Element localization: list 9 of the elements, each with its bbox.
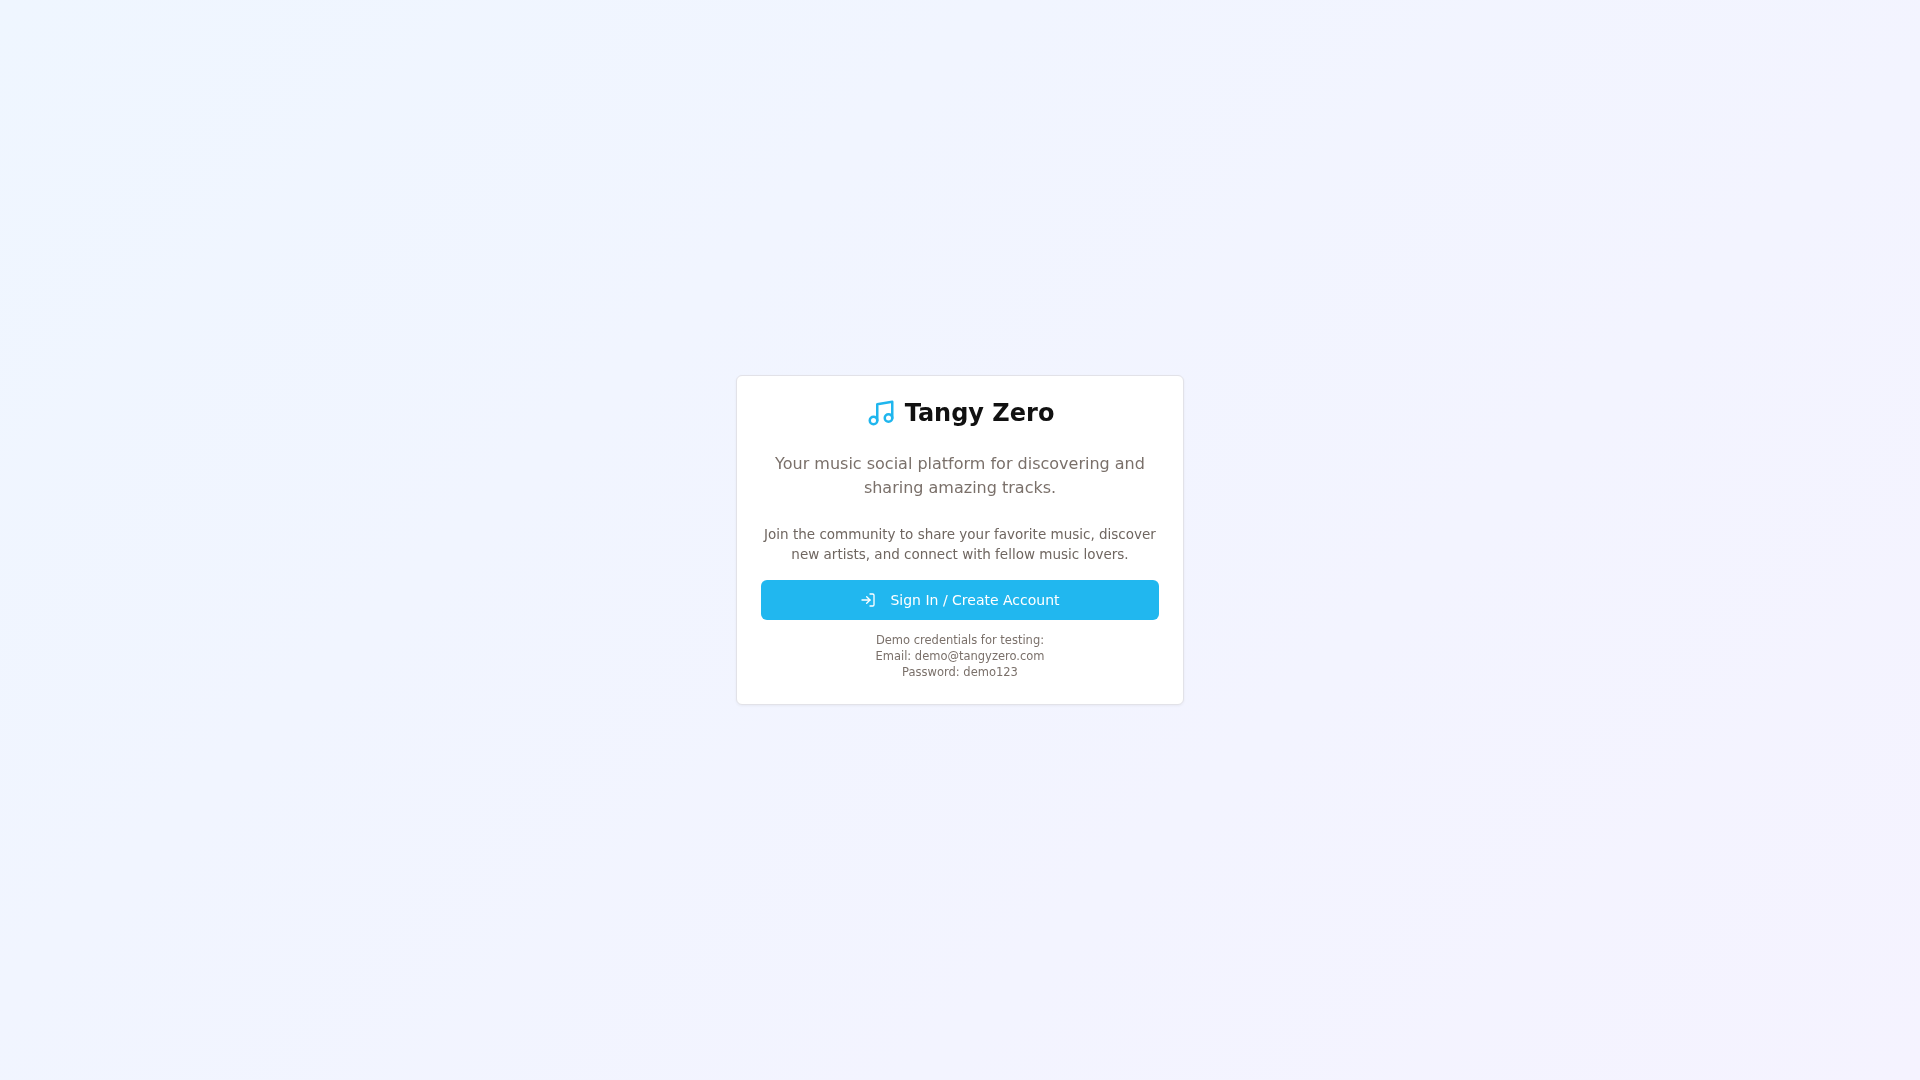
description: Join the community to share your favorite music, discover new artists, and connect with fellow music lovers. <box>762 525 1157 564</box>
sign-in-button[interactable]: Sign In / Create Account <box>761 580 1159 620</box>
sign-in-icon <box>860 592 877 608</box>
tagline: Your music social platform for discovering and sharing amazing tracks. <box>774 453 1146 499</box>
demo-credentials-text: Password: demo123 <box>902 664 1018 680</box>
app-title: Tangy Zero <box>904 399 1055 427</box>
music-note-icon <box>865 398 896 428</box>
demo-credentials-text: Demo credentials for testing: <box>875 632 1045 648</box>
demo-credentials-text: Email: demo@tangyzero.com <box>875 648 1045 664</box>
